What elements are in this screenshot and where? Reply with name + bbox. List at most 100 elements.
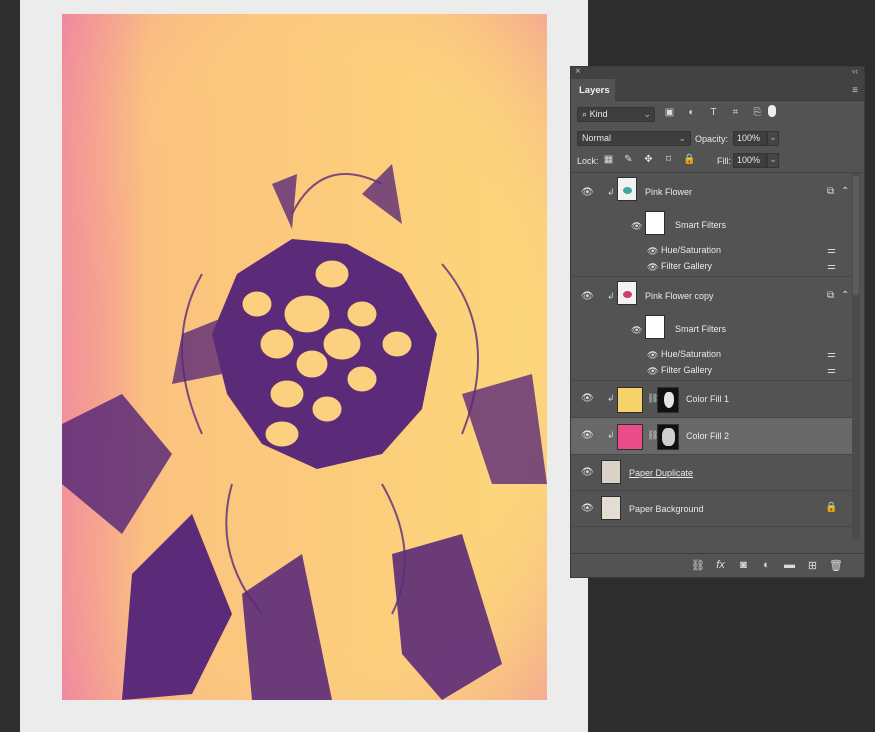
link-layers-icon[interactable]: ⛓ bbox=[691, 559, 705, 572]
panel-collapse-icon[interactable]: ‹‹ bbox=[852, 66, 858, 76]
opacity-field[interactable]: 100% bbox=[733, 131, 767, 146]
chevron-up-icon[interactable]: ⌃ bbox=[841, 290, 849, 301]
eye-icon[interactable]: 👁 bbox=[581, 393, 594, 404]
filter-options-icon[interactable]: ⚌ bbox=[827, 245, 836, 256]
fill-color-swatch[interactable] bbox=[617, 387, 643, 413]
smart-object-icon: ⧉ bbox=[827, 290, 835, 301]
filter-name[interactable]: Hue/Saturation bbox=[661, 349, 721, 359]
blend-mode-select[interactable]: Normal ⌄ bbox=[577, 131, 691, 146]
layer-row-color-fill-1[interactable]: 👁 ↲ ⛓ Color Fill 1 bbox=[571, 381, 852, 418]
layer-name[interactable]: Pink Flower bbox=[645, 187, 692, 197]
search-icon: ⌕ bbox=[582, 109, 588, 119]
layer-list: 👁 ↲ Pink Flower ⧉ ⌃ 👁 Smart Filters 👁 Hu… bbox=[571, 173, 864, 540]
lock-transparency-icon[interactable]: ▦ bbox=[603, 154, 614, 165]
scrollbar-thumb[interactable] bbox=[853, 175, 859, 295]
layer-name[interactable]: Pink Flower copy bbox=[645, 291, 714, 301]
layer-name[interactable]: Color Fill 1 bbox=[686, 394, 729, 404]
layer-row-color-fill-2[interactable]: 👁 ↲ ⛓ Color Fill 2 bbox=[571, 418, 852, 455]
new-layer-icon[interactable]: ⊞ bbox=[806, 559, 819, 572]
chevron-down-icon: ⌄ bbox=[678, 133, 686, 143]
eye-icon[interactable]: 👁 bbox=[581, 187, 594, 198]
eye-icon[interactable]: 👁 bbox=[581, 467, 594, 478]
blend-mode-value: Normal bbox=[582, 133, 612, 143]
adjustment-filter-icon[interactable]: ◐ bbox=[685, 107, 698, 118]
layer-thumbnail bbox=[617, 177, 637, 201]
adjustment-layer-icon[interactable]: ◐ bbox=[760, 559, 773, 572]
flower-artwork[interactable] bbox=[62, 14, 547, 700]
lock-position-icon[interactable]: ✥ bbox=[643, 154, 654, 165]
shape-filter-icon[interactable]: ⌗ bbox=[729, 107, 742, 118]
kind-filter-select[interactable]: ⌕ Kind ⌄ bbox=[577, 107, 655, 122]
eye-icon[interactable]: 👁 bbox=[581, 503, 594, 514]
clip-arrow-icon: ↲ bbox=[607, 291, 615, 301]
chevron-up-icon[interactable]: ⌃ bbox=[841, 186, 849, 197]
fill-chevron-icon[interactable]: ⌄ bbox=[767, 153, 779, 168]
filter-toggle[interactable] bbox=[768, 105, 776, 117]
layers-bottom-toolbar: ⛓ fx ◙ ◐ ▬ ⊞ 🗑 bbox=[571, 553, 864, 577]
layer-mask-thumbnail[interactable] bbox=[657, 387, 679, 413]
eye-icon[interactable]: 👁 bbox=[631, 325, 642, 336]
eye-icon[interactable]: 👁 bbox=[647, 246, 658, 257]
filter-name[interactable]: Filter Gallery bbox=[661, 365, 712, 375]
lock-label: Lock: bbox=[577, 156, 599, 166]
fill-color-swatch[interactable] bbox=[617, 424, 643, 450]
eye-icon[interactable]: 👁 bbox=[581, 430, 594, 441]
lock-icon: 🔒 bbox=[825, 502, 838, 513]
filter-row: ⌕ Kind ⌄ ▣ ◐ T ⌗ ⎘ bbox=[571, 101, 864, 127]
eye-icon[interactable]: 👁 bbox=[631, 221, 642, 232]
panel-titlebar: × ‹‹ bbox=[571, 66, 864, 79]
chevron-down-icon: ⌄ bbox=[643, 109, 651, 119]
type-filter-icon[interactable]: T bbox=[707, 107, 720, 118]
filter-name[interactable]: Filter Gallery bbox=[661, 261, 712, 271]
opacity-chevron-icon[interactable]: ⌄ bbox=[767, 131, 779, 146]
filter-options-icon[interactable]: ⚌ bbox=[827, 261, 836, 272]
smartobject-filter-icon[interactable]: ⎘ bbox=[751, 107, 764, 118]
fill-field[interactable]: 100% bbox=[733, 153, 767, 168]
clip-arrow-icon: ↲ bbox=[607, 187, 615, 197]
lock-all-icon[interactable]: 🔒 bbox=[683, 154, 695, 165]
lock-row: Lock: ▦ ✎ ✥ ⌑ 🔒 Fill: 100% ⌄ bbox=[571, 149, 864, 173]
eye-icon[interactable]: 👁 bbox=[647, 350, 658, 361]
clip-arrow-icon: ↲ bbox=[607, 393, 615, 403]
layer-thumbnail bbox=[601, 460, 621, 484]
layers-panel: × ‹‹ Layers ≡ ⌕ Kind ⌄ ▣ ◐ T ⌗ ⎘ Normal … bbox=[570, 66, 865, 578]
filter-options-icon[interactable]: ⚌ bbox=[827, 365, 836, 376]
filter-icons: ▣ ◐ T ⌗ ⎘ bbox=[663, 107, 764, 118]
fx-icon[interactable]: fx bbox=[714, 559, 727, 572]
lock-artboard-icon[interactable]: ⌑ bbox=[663, 154, 674, 165]
new-group-icon[interactable]: ▬ bbox=[783, 559, 796, 572]
panel-tab-row: Layers ≡ bbox=[571, 79, 864, 101]
trash-icon[interactable]: 🗑 bbox=[829, 559, 843, 572]
kind-filter-label: Kind bbox=[589, 109, 608, 119]
layer-mask-thumbnail[interactable] bbox=[657, 424, 679, 450]
smart-filters-thumbnail bbox=[645, 315, 665, 339]
photoshop-workspace: × ‹‹ Layers ≡ ⌕ Kind ⌄ ▣ ◐ T ⌗ ⎘ Normal … bbox=[0, 0, 875, 732]
filter-name[interactable]: Hue/Saturation bbox=[661, 245, 721, 255]
add-mask-icon[interactable]: ◙ bbox=[737, 559, 750, 572]
layer-name[interactable]: Paper Duplicate bbox=[629, 468, 693, 478]
eye-icon[interactable]: 👁 bbox=[581, 291, 594, 302]
eye-icon[interactable]: 👁 bbox=[647, 366, 658, 377]
layer-name[interactable]: Paper Background bbox=[629, 504, 704, 514]
clip-arrow-icon: ↲ bbox=[607, 430, 615, 440]
smart-filters-thumbnail bbox=[645, 211, 665, 235]
layer-name[interactable]: Color Fill 2 bbox=[686, 431, 729, 441]
fill-label: Fill: bbox=[717, 156, 731, 166]
filter-options-icon[interactable]: ⚌ bbox=[827, 349, 836, 360]
panel-close-icon[interactable]: × bbox=[575, 66, 581, 77]
pixel-filter-icon[interactable]: ▣ bbox=[663, 107, 676, 118]
panel-menu-icon[interactable]: ≡ bbox=[852, 85, 858, 96]
eye-icon[interactable]: 👁 bbox=[647, 262, 658, 273]
tab-layers[interactable]: Layers bbox=[571, 79, 615, 101]
smart-object-icon: ⧉ bbox=[827, 186, 835, 197]
smart-filters-label: Smart Filters bbox=[675, 220, 727, 230]
layer-row-paper-duplicate[interactable]: 👁 Paper Duplicate bbox=[571, 455, 852, 491]
layer-thumbnail bbox=[617, 281, 637, 305]
bottom-icons: ⛓ fx ◙ ◐ ▬ ⊞ 🗑 bbox=[691, 559, 843, 572]
opacity-label: Opacity: bbox=[695, 134, 729, 144]
layers-scrollbar[interactable] bbox=[852, 173, 860, 540]
layer-row-pink-flower-copy[interactable]: 👁 ↲ Pink Flower copy ⧉ ⌃ 👁 Smart Filters… bbox=[571, 277, 852, 381]
layer-row-paper-background[interactable]: 👁 Paper Background 🔒 bbox=[571, 491, 852, 527]
lock-pixels-icon[interactable]: ✎ bbox=[623, 154, 634, 165]
layer-row-pink-flower[interactable]: 👁 ↲ Pink Flower ⧉ ⌃ 👁 Smart Filters 👁 Hu… bbox=[571, 173, 852, 277]
